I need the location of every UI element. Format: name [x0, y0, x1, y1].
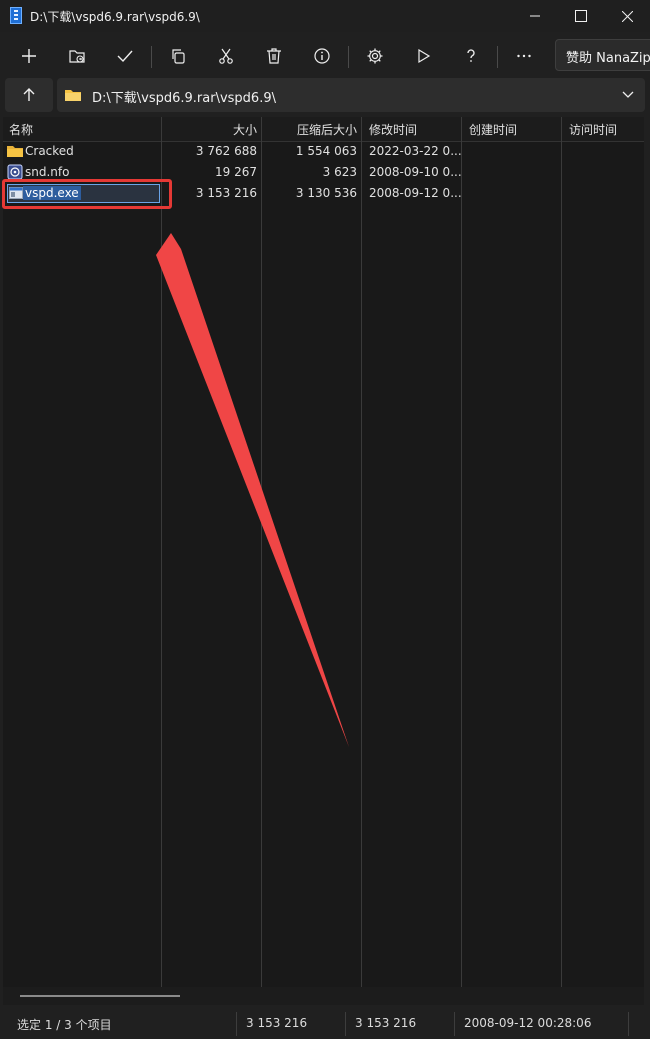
highlight-box-annotation — [2, 179, 172, 209]
file-modified: 2008-09-12 0... — [369, 186, 462, 200]
more-icon — [517, 54, 531, 58]
minimize-icon — [530, 15, 540, 17]
column-header-size[interactable]: 大小 — [163, 121, 257, 138]
column-divider — [361, 117, 362, 987]
close-icon — [621, 10, 633, 22]
column-divider — [461, 117, 462, 987]
test-button[interactable] — [109, 40, 141, 72]
column-header-accessed[interactable]: 访问时间 — [569, 121, 617, 138]
toolbar — [0, 36, 650, 76]
extract-button[interactable] — [61, 40, 93, 72]
chevron-down-icon[interactable] — [621, 87, 635, 101]
file-size: 19 267 — [215, 165, 257, 179]
info-icon — [314, 48, 330, 64]
settings-gear-icon — [367, 48, 383, 64]
address-path: D:\下载\vspd6.9.rar\vspd6.9\ — [92, 91, 276, 106]
maximize-button[interactable] — [558, 0, 604, 32]
address-row: D:\下载\vspd6.9.rar\vspd6.9\ — [0, 78, 650, 112]
column-header-modified[interactable]: 修改时间 — [369, 121, 417, 138]
status-separator — [345, 1012, 346, 1036]
more-button[interactable] — [508, 40, 540, 72]
title-bar: D:\下载\vspd6.9.rar\vspd6.9\ — [0, 0, 650, 32]
file-packed-size: 3 623 — [322, 165, 357, 179]
help-question-icon — [467, 49, 475, 62]
file-list[interactable]: 名称 大小 压缩后大小 修改时间 创建时间 访问时间 Cracked 3 762… — [3, 117, 644, 987]
column-divider — [161, 117, 162, 987]
minimize-button[interactable] — [512, 0, 558, 32]
run-button[interactable] — [407, 40, 439, 72]
column-header-row: 名称 大小 压缩后大小 修改时间 创建时间 访问时间 — [3, 117, 644, 142]
status-selection: 选定 1 / 3 个项目 — [17, 1018, 112, 1032]
status-size: 3 153 216 — [246, 1016, 308, 1030]
file-packed-size: 1 554 063 — [295, 144, 357, 158]
arrow-up-icon — [23, 88, 35, 101]
info-button[interactable] — [306, 40, 338, 72]
status-modified: 2008-09-12 00:28:06 — [464, 1016, 592, 1030]
file-packed-size: 3 130 536 — [295, 186, 357, 200]
column-divider — [261, 117, 262, 987]
nfo-file-icon — [7, 164, 23, 180]
copy-icon — [172, 49, 185, 64]
toolbar-separator — [151, 46, 152, 68]
copy-button[interactable] — [162, 40, 194, 72]
nanazip-app-icon — [10, 7, 22, 24]
cut-button[interactable] — [210, 40, 242, 72]
close-button[interactable] — [604, 0, 650, 32]
cut-scissors-icon — [219, 48, 233, 64]
column-header-name[interactable]: 名称 — [9, 121, 33, 138]
settings-button[interactable] — [359, 40, 391, 72]
list-item[interactable]: Cracked 3 762 688 1 554 063 2022-03-22 0… — [3, 141, 644, 162]
file-modified: 2008-09-10 0... — [369, 165, 462, 179]
status-separator — [454, 1012, 455, 1036]
file-name: snd.nfo — [25, 165, 70, 179]
extract-folder-icon — [69, 50, 85, 63]
add-icon — [22, 49, 36, 63]
horizontal-scrollbar[interactable] — [3, 987, 644, 1005]
delete-button[interactable] — [258, 40, 290, 72]
test-check-icon — [117, 50, 133, 63]
run-play-icon — [418, 48, 431, 64]
address-bar[interactable]: D:\下载\vspd6.9.rar\vspd6.9\ — [57, 78, 645, 112]
status-separator — [628, 1012, 629, 1036]
scrollbar-thumb[interactable] — [20, 995, 180, 997]
column-divider — [561, 117, 562, 987]
column-header-packed-size[interactable]: 压缩后大小 — [263, 121, 357, 138]
file-size: 3 762 688 — [195, 144, 257, 158]
folder-icon — [65, 90, 81, 101]
toolbar-separator — [497, 46, 498, 68]
toolbar-separator — [348, 46, 349, 68]
column-header-created[interactable]: 创建时间 — [469, 121, 517, 138]
help-button[interactable] — [455, 40, 487, 72]
file-size: 3 153 216 — [195, 186, 257, 200]
status-packed-size: 3 153 216 — [355, 1016, 417, 1030]
file-modified: 2022-03-22 0... — [369, 144, 462, 158]
up-level-button[interactable] — [5, 78, 53, 112]
file-name: Cracked — [25, 144, 74, 158]
sponsor-button[interactable]: 赞助 NanaZip — [555, 39, 650, 71]
add-button[interactable] — [13, 40, 45, 72]
delete-icon — [267, 48, 281, 64]
maximize-icon — [575, 10, 587, 22]
status-bar: 选定 1 / 3 个项目 3 153 216 3 153 216 2008-09… — [0, 1008, 650, 1039]
folder-icon — [7, 146, 23, 157]
status-separator — [236, 1012, 237, 1036]
window-title: D:\下载\vspd6.9.rar\vspd6.9\ — [30, 10, 200, 24]
